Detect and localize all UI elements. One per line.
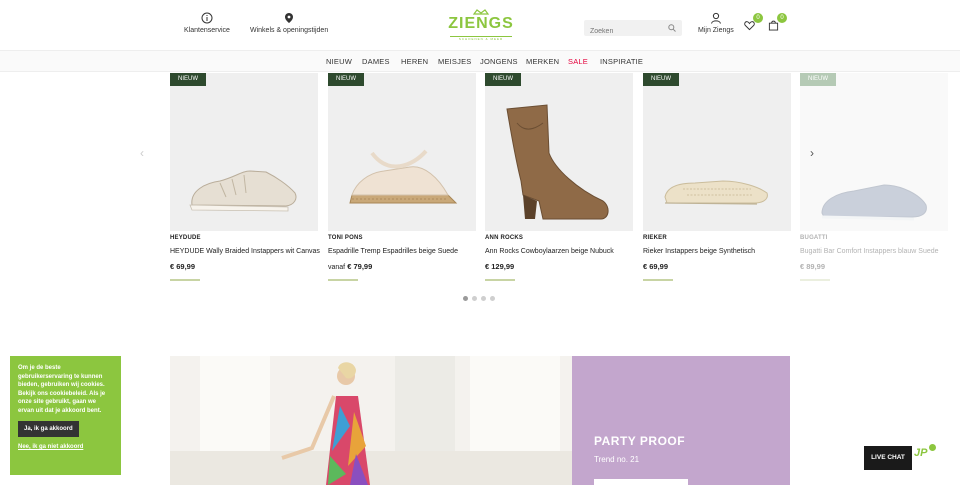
product-price: € 69,99 xyxy=(643,262,668,271)
cookie-decline-link[interactable]: Nee, ik ga niet akkoord xyxy=(18,444,113,450)
nav-item-dames[interactable]: DAMES xyxy=(362,57,390,66)
product-price: € 89,99 xyxy=(800,262,825,271)
location-pin-icon xyxy=(285,13,294,23)
cookie-text: Om je de beste gebruikerservaring te kun… xyxy=(18,365,106,414)
wishlist-count-badge: 0 xyxy=(753,13,763,23)
product-divider xyxy=(170,279,200,281)
product-card[interactable]: NIEUW HEYDUDE HEYDUDE Wally Braided Inst… xyxy=(170,73,320,281)
nav-item-heren[interactable]: HEREN xyxy=(401,57,428,66)
site-header: Klantenservice Winkels & openingstijden … xyxy=(0,0,960,50)
logo-wordmark: ZIENGS xyxy=(448,15,514,32)
carousel-dot[interactable] xyxy=(481,296,486,301)
new-tag: NIEUW xyxy=(328,73,364,86)
product-card[interactable]: NIEUW BUGATTI Bugatti Bar Comfort Instap… xyxy=(800,73,948,281)
new-tag: NIEUW xyxy=(485,73,521,86)
product-name[interactable]: Rieker Instappers beige Synthetisch xyxy=(643,248,755,255)
ziengs-logo[interactable]: ZIENGS SCHOENEN & MEER xyxy=(446,8,516,42)
nav-item-sale[interactable]: SALE xyxy=(568,57,588,66)
nav-item-inspiratie[interactable]: INSPIRATIE xyxy=(600,57,643,66)
product-image[interactable]: NIEUW xyxy=(800,73,948,231)
customer-service-link[interactable]: Klantenservice xyxy=(184,12,230,34)
heart-icon[interactable] xyxy=(744,20,755,31)
cookie-notice: Om je de beste gebruikerservaring te kun… xyxy=(10,356,121,475)
product-card[interactable]: NIEUW ANN ROCKS Ann Rocks Cowboylaarzen … xyxy=(485,73,633,281)
carousel-dot[interactable] xyxy=(490,296,495,301)
product-brand: TONI PONS xyxy=(328,235,363,241)
user-icon xyxy=(710,12,721,24)
new-tag: NIEUW xyxy=(170,73,206,86)
banner-photo[interactable] xyxy=(170,356,572,485)
product-name[interactable]: Espadrille Tremp Espadrilles beige Suede xyxy=(328,248,458,255)
product-name[interactable]: Bugatti Bar Comfort Instappers blauw Sue… xyxy=(800,248,939,255)
logo-tagline: SCHOENEN & MEER xyxy=(458,37,504,41)
product-brand: BUGATTI xyxy=(800,235,828,241)
product-image[interactable]: NIEUW xyxy=(643,73,791,231)
product-divider xyxy=(643,279,673,281)
price-prefix: vanaf xyxy=(328,264,346,271)
product-price: € 69,99 xyxy=(170,262,195,271)
shoe-image xyxy=(664,180,768,205)
account-link[interactable]: Mijn Ziengs xyxy=(698,12,734,34)
product-price-value: € 129,99 xyxy=(485,262,515,271)
product-price-value: € 69,99 xyxy=(643,262,669,271)
product-image[interactable]: NIEUW xyxy=(170,73,318,231)
new-tag: NIEUW xyxy=(800,73,836,86)
product-name[interactable]: HEYDUDE Wally Braided Instappers wit Can… xyxy=(170,248,320,255)
shoe-image xyxy=(349,149,458,204)
boot-image xyxy=(506,104,609,220)
product-divider xyxy=(485,279,515,281)
stores-link[interactable]: Winkels & openingstijden xyxy=(250,12,328,34)
product-price: vanaf € 79,99 xyxy=(328,262,372,271)
product-brand: HEYDUDE xyxy=(170,235,201,241)
stores-label: Winkels & openingstijden xyxy=(250,27,329,34)
live-chat-button[interactable]: LIVE CHAT xyxy=(864,446,912,470)
product-image[interactable]: NIEUW xyxy=(328,73,476,231)
product-divider xyxy=(800,279,830,281)
carousel-dot[interactable] xyxy=(463,296,468,301)
product-price-value: € 79,99 xyxy=(347,262,373,271)
carousel-dot[interactable] xyxy=(472,296,477,301)
carousel-next-arrow[interactable]: › xyxy=(810,146,814,160)
carousel-prev-arrow[interactable]: ‹ xyxy=(140,146,144,160)
product-image[interactable]: NIEUW xyxy=(485,73,633,231)
promo-banner[interactable]: PARTY PROOF Trend no. 21 xyxy=(572,356,790,489)
promo-cta-button[interactable] xyxy=(594,479,688,489)
nav-item-merken[interactable]: MERKEN xyxy=(526,57,559,66)
shoe-image xyxy=(189,170,297,212)
nav-item-jongens[interactable]: JONGENS xyxy=(480,57,518,66)
search-box xyxy=(584,20,682,40)
carousel-pagination xyxy=(463,296,495,301)
product-name[interactable]: Ann Rocks Cowboylaarzen beige Nubuck xyxy=(485,248,614,255)
main-navigation: NIEUW DAMES HEREN MEISJES JONGENS MERKEN… xyxy=(0,50,960,72)
product-price: € 129,99 xyxy=(485,262,514,271)
promo-subtitle: Trend no. 21 xyxy=(594,455,640,464)
nav-item-nieuw[interactable]: NIEUW xyxy=(326,57,352,66)
promo-title: PARTY PROOF xyxy=(594,434,686,448)
product-divider xyxy=(328,279,358,281)
product-brand: RIEKER xyxy=(643,235,667,241)
new-tag: NIEUW xyxy=(643,73,679,86)
account-label: Mijn Ziengs xyxy=(698,27,734,34)
shoe-image xyxy=(821,184,927,221)
search-icon[interactable] xyxy=(668,24,676,32)
cookie-accept-button[interactable]: Ja, ik ga akkoord xyxy=(18,421,79,437)
search-input[interactable] xyxy=(584,23,664,40)
product-card[interactable]: NIEUW RIEKER Rieker Instappers beige Syn… xyxy=(643,73,791,281)
chat-status-dot xyxy=(929,444,936,451)
model-photo xyxy=(170,356,572,485)
nav-item-meisjes[interactable]: MEISJES xyxy=(438,57,472,66)
cart-count-badge: 0 xyxy=(777,13,787,23)
product-price-value: € 69,99 xyxy=(170,262,196,271)
product-price-value: € 89,99 xyxy=(800,262,826,271)
customer-service-label: Klantenservice xyxy=(184,27,230,34)
product-card[interactable]: NIEUW TONI PONS Espadrille Tremp Espadri… xyxy=(328,73,476,281)
product-brand: ANN ROCKS xyxy=(485,235,524,241)
info-icon xyxy=(201,12,213,24)
